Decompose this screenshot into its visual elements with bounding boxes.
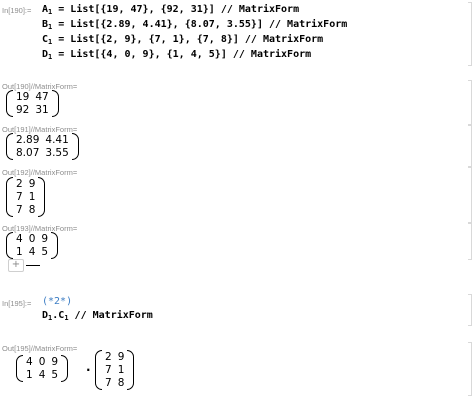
cell-bracket[interactable] xyxy=(468,2,472,66)
cell-insertion-line[interactable] xyxy=(26,265,40,266)
output-label-192: Out[192]//MatrixForm= xyxy=(2,168,78,177)
output-matrix-left: 4 0 9 1 4 5 xyxy=(16,355,69,382)
matrix-cell: 9 xyxy=(28,178,36,190)
matrix-cell: 7 xyxy=(16,191,23,203)
matrix-cell: 2.89 xyxy=(16,134,40,146)
matrix-cell: 2 xyxy=(16,178,23,190)
matrix-cell: 4 xyxy=(38,369,46,381)
matrix-cell: 7 xyxy=(105,364,112,376)
cell-bracket[interactable] xyxy=(468,222,472,260)
matrix-cell: 1 xyxy=(28,191,36,203)
left-paren xyxy=(6,90,13,117)
left-paren xyxy=(6,177,13,217)
matrix-cell: 4 xyxy=(16,233,23,245)
cell-bracket[interactable] xyxy=(468,80,472,126)
dot-operator: . xyxy=(86,360,91,374)
matrix-cell: 9 xyxy=(51,356,59,368)
left-paren xyxy=(95,350,102,390)
matrix-cell: 4 xyxy=(28,246,36,258)
right-paren xyxy=(51,232,59,259)
matrix-cell: 8 xyxy=(28,204,36,216)
matrix-cell: 31 xyxy=(35,104,49,116)
cell-bracket[interactable] xyxy=(468,294,472,326)
output-matrix-b1: 2.89 4.41 8.07 3.55 xyxy=(6,133,79,160)
matrix-cell: 2 xyxy=(105,351,112,363)
output-matrix-d1: 4 0 9 1 4 5 xyxy=(6,232,59,259)
matrix-cell: 7 xyxy=(105,377,112,389)
matrix-cell: 5 xyxy=(51,369,59,381)
right-paren xyxy=(38,177,46,217)
matrix-cell: 1 xyxy=(16,246,23,258)
matrix-cell: 47 xyxy=(35,91,49,103)
matrix-cell: 8.07 xyxy=(16,147,40,159)
input-label-195: In[195]:= xyxy=(2,299,32,308)
output-matrix-a1: 19 47 92 31 xyxy=(6,90,59,117)
matrix-cell: 4.41 xyxy=(45,134,69,146)
output-label-195: Out[195]//MatrixForm= xyxy=(2,344,78,353)
matrix-cell: 92 xyxy=(16,104,30,116)
matrix-cell: 7 xyxy=(16,204,23,216)
matrix-cell: 1 xyxy=(26,369,33,381)
input-line-dot-product[interactable]: D1.C1 // MatrixForm xyxy=(42,310,153,322)
matrix-cell: 4 xyxy=(26,356,33,368)
right-paren xyxy=(51,90,59,117)
output-matrix-c1: 2 9 7 1 7 8 xyxy=(6,177,46,217)
matrix-cell: 0 xyxy=(28,233,36,245)
matrix-cell: 5 xyxy=(41,246,49,258)
right-paren xyxy=(61,355,69,382)
left-paren xyxy=(16,355,23,382)
matrix-cell: 19 xyxy=(16,91,30,103)
matrix-cell: 1 xyxy=(117,364,125,376)
input-label-190: In[190]:= xyxy=(2,6,32,15)
right-paren xyxy=(127,350,135,390)
matrix-cell: 3.55 xyxy=(45,147,69,159)
output-matrix-right: 2 9 7 1 7 8 xyxy=(95,350,135,390)
left-paren xyxy=(6,133,13,160)
cell-bracket[interactable] xyxy=(468,124,472,168)
matrix-cell: 8 xyxy=(117,377,125,389)
left-paren xyxy=(6,232,13,259)
cell-bracket[interactable] xyxy=(468,166,472,224)
input-line-d1[interactable]: D1 = List[{4, 0, 9}, {1, 4, 5}] // Matri… xyxy=(42,49,311,61)
input-line-a1[interactable]: A1 = List[{19, 47}, {92, 31}] // MatrixF… xyxy=(42,4,299,16)
right-paren xyxy=(71,133,79,160)
matrix-cell: 9 xyxy=(117,351,125,363)
matrix-cell: 0 xyxy=(38,356,46,368)
input-line-b1[interactable]: B1 = List[{2.89, 4.41}, {8.07, 3.55}] //… xyxy=(42,19,347,31)
cell-bracket[interactable] xyxy=(468,342,472,396)
input-comment[interactable]: (*2*) xyxy=(42,296,72,307)
insert-cell-plus-icon[interactable]: + xyxy=(8,259,24,272)
input-line-c1[interactable]: C1 = List[{2, 9}, {7, 1}, {7, 8}] // Mat… xyxy=(42,34,323,46)
matrix-cell: 9 xyxy=(41,233,49,245)
